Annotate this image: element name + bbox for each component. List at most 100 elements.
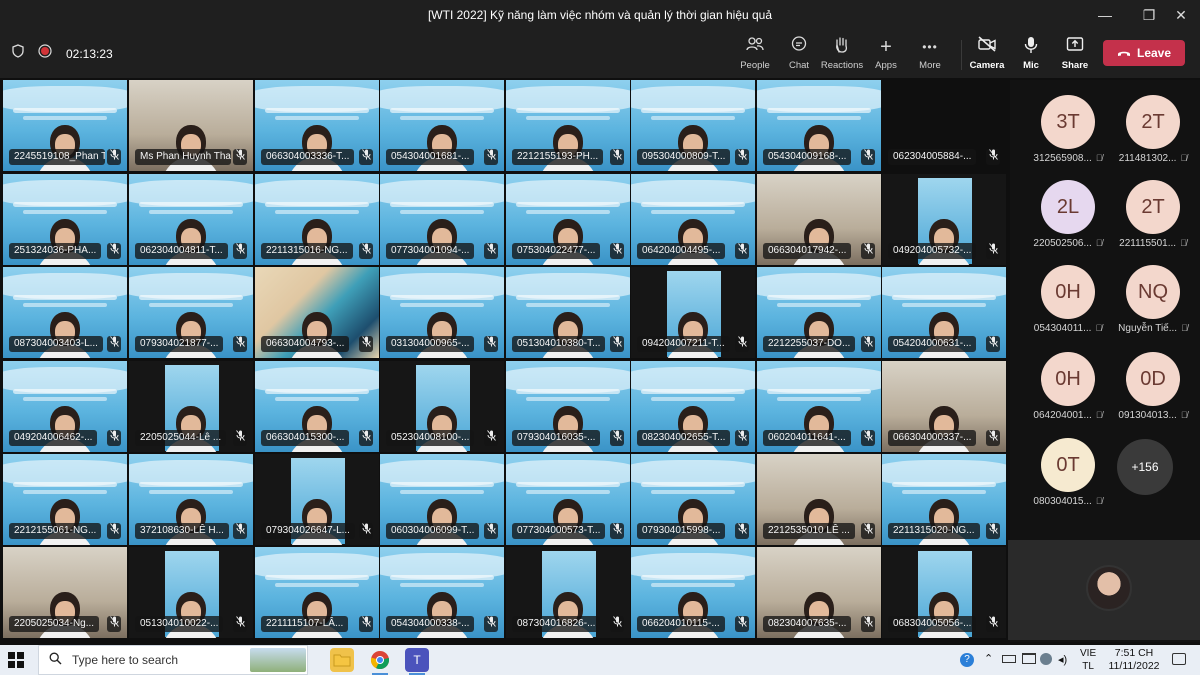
participant-video-tile[interactable]: 2205025034-Ng... <box>3 547 127 638</box>
participant-avatar-tile[interactable]: 2T221115501...🎙̸ <box>1110 180 1196 249</box>
participant-video-tile[interactable]: 066304017942-... <box>757 174 881 265</box>
taskbar-clock[interactable]: 7:51 CH 11/11/2022 <box>1104 647 1164 673</box>
chrome-icon[interactable] <box>368 648 392 672</box>
participant-video-tile[interactable]: 079304016035-... <box>506 361 630 452</box>
participant-video-tile[interactable]: 079304015998-... <box>631 454 755 545</box>
participant-avatar-tile[interactable]: 0H054304011...🎙̸ <box>1025 265 1111 334</box>
avatar: 2T <box>1126 95 1180 149</box>
apps-button[interactable]: + Apps <box>862 36 910 71</box>
minimize-button[interactable]: — <box>1086 0 1124 30</box>
participant-video-tile[interactable]: 2245519108_Phan T... <box>3 80 127 171</box>
participant-avatar-tile[interactable]: 0H064204001...🎙̸ <box>1025 352 1111 421</box>
participant-name: 079304016035-... <box>512 430 600 446</box>
windows-start-icon[interactable] <box>8 652 24 668</box>
participant-video-tile[interactable]: 062304005884-... <box>882 80 1006 171</box>
participant-video-tile[interactable]: 064204004495-... <box>631 174 755 265</box>
mic-muted-icon <box>986 149 1000 165</box>
more-participants-button[interactable]: +156 <box>1117 439 1173 495</box>
participant-video-tile[interactable]: 066204010115-... <box>631 547 755 638</box>
window-title: [WTI 2022] Kỹ năng làm việc nhóm và quản… <box>0 8 1200 22</box>
participant-video-tile[interactable]: 051304010022-... <box>129 547 253 638</box>
participant-video-tile[interactable]: 054304001681-... <box>380 80 504 171</box>
participant-video-tile[interactable]: 054304009168-... <box>757 80 881 171</box>
chat-label: Chat <box>775 60 823 71</box>
participant-video-tile[interactable]: 075304022477-... <box>506 174 630 265</box>
participant-video-tile[interactable]: 2212155061-NG... <box>3 454 127 545</box>
security-icon[interactable] <box>1040 653 1052 665</box>
participant-avatar-tile[interactable]: 2L220502506...🎙̸ <box>1025 180 1111 249</box>
participant-video-tile[interactable]: 054304000338-... <box>380 547 504 638</box>
chat-button[interactable]: Chat <box>775 36 823 71</box>
participant-video-tile[interactable]: 2212535010 LÊ ... <box>757 454 881 545</box>
participant-video-tile[interactable]: 2212255037-DO... <box>757 267 881 358</box>
participant-avatar-tile[interactable]: 2T211481302...🎙̸ <box>1110 95 1196 164</box>
teams-icon[interactable]: T <box>405 648 429 672</box>
file-explorer-icon[interactable] <box>330 648 354 672</box>
participant-video-tile[interactable]: Ms Phan Huynh Tha... <box>129 80 253 171</box>
leave-button[interactable]: Leave <box>1103 40 1185 66</box>
participant-video-tile[interactable]: 087304016826-... <box>506 547 630 638</box>
participant-avatar-tile[interactable]: 3T312565908...🎙̸ <box>1025 95 1111 164</box>
participant-video-tile[interactable]: 094204007211-T... <box>631 267 755 358</box>
participant-name: Nguyễn Tiế... <box>1118 323 1177 334</box>
language-line-1: VIE <box>1080 647 1096 660</box>
participant-name: 075304022477-... <box>512 243 600 259</box>
mic-button[interactable]: Mic <box>1007 36 1055 71</box>
reactions-button[interactable]: Reactions <box>818 36 866 71</box>
share-button[interactable]: Share <box>1051 36 1099 71</box>
participant-video-tile[interactable]: 066304004793-... <box>255 267 379 358</box>
participant-video-tile[interactable]: 2205025044-Lê ... <box>129 361 253 452</box>
mic-muted-icon <box>610 616 624 632</box>
participant-video-tile[interactable]: 060304006099-T... <box>380 454 504 545</box>
volume-icon[interactable]: ◂) <box>1058 653 1067 666</box>
notification-icon[interactable] <box>1172 653 1186 665</box>
participant-video-tile[interactable]: 2211115107-LÂ... <box>255 547 379 638</box>
participant-video-tile[interactable]: 079304026647-L... <box>255 454 379 545</box>
participant-video-tile[interactable]: 049204006462-... <box>3 361 127 452</box>
participant-video-tile[interactable]: 049204005732-... <box>882 174 1006 265</box>
help-icon[interactable]: ? <box>960 653 974 667</box>
mic-muted-icon <box>233 616 247 632</box>
participant-video-tile[interactable]: 060204011641-... <box>757 361 881 452</box>
participant-video-tile[interactable]: 372108630-LÊ H... <box>129 454 253 545</box>
mic-muted-icon <box>610 243 624 259</box>
participant-video-tile[interactable]: 062304004811-T... <box>129 174 253 265</box>
battery-icon[interactable] <box>1002 655 1016 663</box>
participant-video-tile[interactable]: 087304003403-L... <box>3 267 127 358</box>
participant-video-tile[interactable]: 082304007635-... <box>757 547 881 638</box>
language-indicator[interactable]: VIE TL <box>1080 647 1096 673</box>
people-button[interactable]: People <box>731 36 779 71</box>
participant-avatar-tile[interactable]: 0T080304015...🎙̸ <box>1025 438 1111 507</box>
participant-video-tile[interactable]: 077304000573-T... <box>506 454 630 545</box>
participant-video-tile[interactable]: 077304001094-... <box>380 174 504 265</box>
participant-name: 054304009168-... <box>763 149 851 165</box>
participant-name: 2212535010 LÊ ... <box>763 523 855 539</box>
participant-video-tile[interactable]: 2212155193-PH... <box>506 80 630 171</box>
participant-video-tile[interactable]: 031304000965-... <box>380 267 504 358</box>
camera-button[interactable]: Camera <box>963 36 1011 71</box>
participant-video-tile[interactable]: 054204000631-... <box>882 267 1006 358</box>
participant-video-tile[interactable]: 066304000337-... <box>882 361 1006 452</box>
network-icon[interactable] <box>1022 653 1036 664</box>
mic-muted-icon <box>484 523 498 539</box>
more-button[interactable]: ••• More <box>906 36 954 71</box>
participant-video-tile[interactable]: 052304008100-... <box>380 361 504 452</box>
participant-name: 066304003336-T... <box>261 149 354 165</box>
participant-video-tile[interactable]: 095304000809-T... <box>631 80 755 171</box>
participant-avatar-tile[interactable]: NQNguyễn Tiế...🎙̸ <box>1110 265 1196 334</box>
participant-avatar-tile[interactable]: 0D091304013...🎙̸ <box>1110 352 1196 421</box>
teams-meeting-window: [WTI 2022] Kỹ năng làm việc nhóm và quản… <box>0 0 1200 675</box>
participant-video-tile[interactable]: 051304010380-T... <box>506 267 630 358</box>
castle-search-highlight-icon <box>250 648 306 672</box>
close-button[interactable]: ✕ <box>1162 0 1200 30</box>
chevron-up-icon[interactable]: ⌃ <box>984 652 993 665</box>
participant-video-tile[interactable]: 066304003336-T... <box>255 80 379 171</box>
participant-video-tile[interactable]: 082304002655-T... <box>631 361 755 452</box>
participant-video-tile[interactable]: 2211315016-NG... <box>255 174 379 265</box>
participant-video-tile[interactable]: 066304015300-... <box>255 361 379 452</box>
participant-video-tile[interactable]: 068304005056-... <box>882 547 1006 638</box>
participant-video-tile[interactable]: 079304021877-... <box>129 267 253 358</box>
participant-video-tile[interactable]: 2513240​36-PHA... <box>3 174 127 265</box>
participant-video-tile[interactable]: 2211315020-NG... <box>882 454 1006 545</box>
self-view <box>1008 540 1200 640</box>
